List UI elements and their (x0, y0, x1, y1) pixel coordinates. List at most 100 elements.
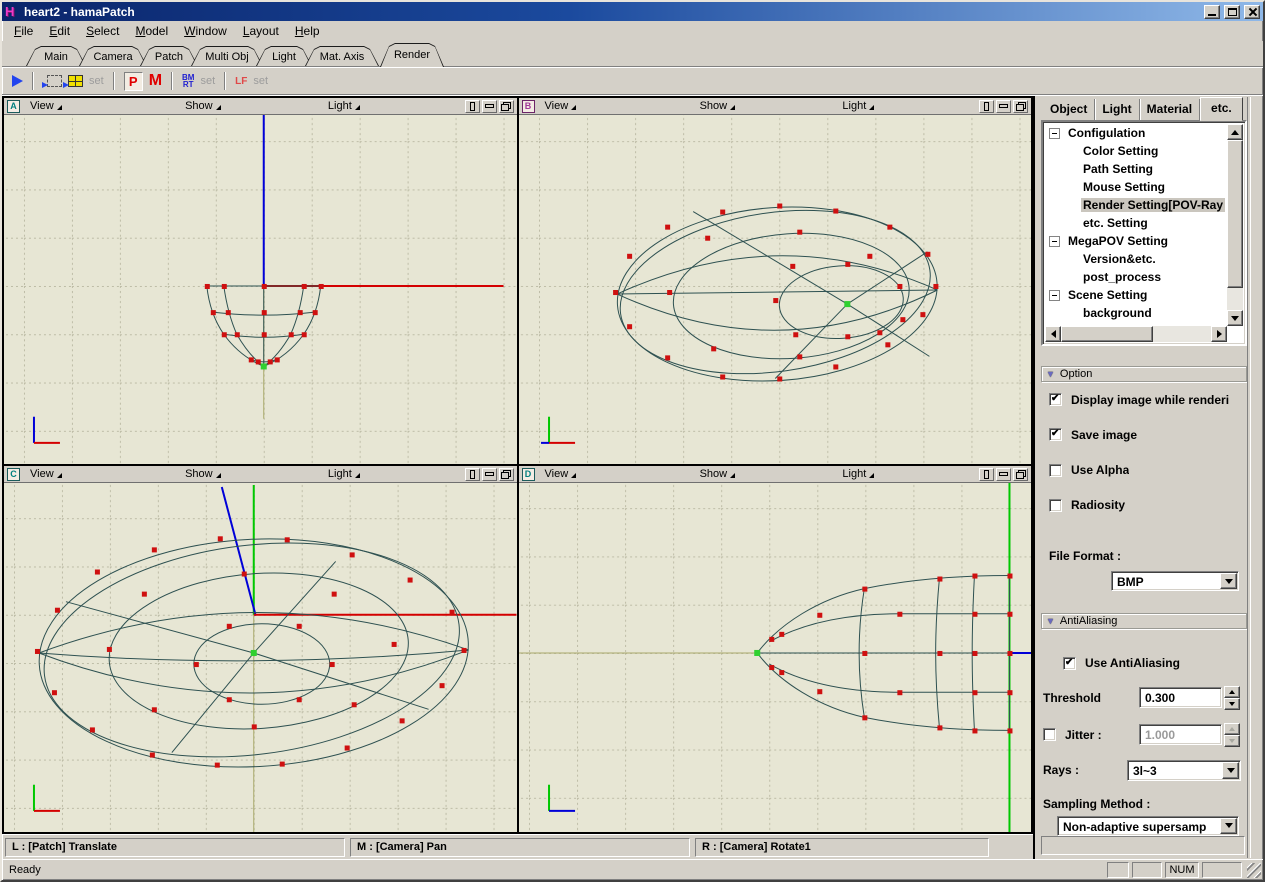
menu-file[interactable]: File (6, 22, 41, 41)
tree-item-configulation[interactable]: Configulation (1045, 124, 1227, 142)
tree-item-scene-setting[interactable]: Scene Setting (1045, 286, 1227, 304)
tab-object[interactable]: Object (1043, 99, 1095, 120)
antialiasing-section-header[interactable]: ▼ AntiAliasing (1041, 613, 1247, 629)
viewport-vertical-split-button[interactable] (979, 100, 994, 113)
render-grid-icon[interactable] (68, 75, 83, 87)
scroll-left-button[interactable] (1045, 326, 1061, 342)
viewport-cascade-button[interactable] (499, 468, 514, 481)
menu-layout[interactable]: Layout (235, 22, 287, 41)
close-button[interactable] (1244, 5, 1260, 19)
combo-arrow-button[interactable] (1220, 818, 1237, 834)
tab-light[interactable]: Light (256, 46, 312, 66)
file-format-select[interactable]: BMP (1111, 571, 1239, 591)
menu-help[interactable]: Help (287, 22, 328, 41)
viewport-light-menu[interactable]: Light (842, 100, 874, 112)
resize-grip[interactable] (1247, 863, 1261, 878)
menu-model[interactable]: Model (127, 22, 176, 41)
tree-item-background[interactable]: background (1045, 304, 1227, 322)
viewport-view-menu[interactable]: View (30, 100, 62, 112)
viewport-horizontal-split-button[interactable] (482, 468, 497, 481)
viewport-vertical-split-button[interactable] (979, 468, 994, 481)
viewport-show-menu[interactable]: Show (700, 100, 736, 112)
lf-button[interactable]: LF (235, 76, 247, 87)
viewport-show-menu[interactable]: Show (185, 468, 221, 480)
tree-item-post-process[interactable]: post_process (1045, 268, 1227, 286)
viewport-cascade-button[interactable] (499, 100, 514, 113)
tab-light[interactable]: Light (1095, 99, 1139, 120)
menu-edit[interactable]: Edit (41, 22, 78, 41)
tree-item-version-etc[interactable]: Version&etc. (1045, 250, 1227, 268)
set-lf-label[interactable]: set (253, 75, 268, 87)
scroll-right-button[interactable] (1211, 326, 1227, 342)
viewport-a-canvas[interactable] (4, 115, 517, 464)
menu-select[interactable]: Select (78, 22, 127, 41)
option-section-header[interactable]: ▼ Option (1041, 366, 1247, 382)
maximize-button[interactable] (1224, 5, 1240, 19)
viewport-horizontal-split-button[interactable] (996, 468, 1011, 481)
viewport-view-menu[interactable]: View (545, 468, 577, 480)
use-antialiasing-checkbox[interactable] (1063, 657, 1076, 670)
viewport-c-canvas[interactable] (4, 483, 517, 832)
rays-select[interactable]: 3l~3 (1127, 760, 1241, 781)
megapov-button[interactable]: M (149, 72, 162, 90)
tab-main[interactable]: Main (26, 46, 86, 66)
use-alpha-checkbox[interactable] (1049, 464, 1062, 477)
jitter-input[interactable]: 1.000 (1139, 724, 1222, 745)
minimize-button[interactable] (1204, 5, 1220, 19)
tree-item-color-setting[interactable]: Color Setting (1045, 142, 1227, 160)
render-region-icon[interactable] (47, 75, 62, 87)
viewport-a-letter[interactable]: A (7, 100, 20, 113)
scroll-down-button[interactable] (1227, 310, 1243, 326)
viewport-d-canvas[interactable] (519, 483, 1032, 832)
spin-down-button[interactable] (1224, 735, 1240, 747)
set-region-label[interactable]: set (89, 75, 104, 87)
tree-collapse-icon[interactable] (1049, 290, 1060, 301)
display-image-checkbox[interactable] (1049, 393, 1062, 406)
tree-collapse-icon[interactable] (1049, 128, 1060, 139)
tree-horizontal-scrollbar[interactable] (1045, 326, 1227, 342)
tree-collapse-icon[interactable] (1049, 236, 1060, 247)
combo-arrow-button[interactable] (1220, 573, 1237, 589)
tree-item-etc-setting[interactable]: etc. Setting (1045, 214, 1227, 232)
threshold-input[interactable]: 0.300 (1139, 687, 1222, 708)
viewport-b-letter[interactable]: B (522, 100, 535, 113)
viewport-vertical-split-button[interactable] (465, 100, 480, 113)
tab-multi-obj[interactable]: Multi Obj (191, 46, 263, 66)
viewport-vertical-split-button[interactable] (465, 468, 480, 481)
bmrt-button[interactable]: BM RT (182, 74, 194, 88)
radiosity-checkbox[interactable] (1049, 499, 1062, 512)
viewport-view-menu[interactable]: View (545, 100, 577, 112)
viewport-d-letter[interactable]: D (522, 468, 535, 481)
viewport-show-menu[interactable]: Show (700, 468, 736, 480)
save-image-checkbox[interactable] (1049, 428, 1062, 441)
tree-item-render-setting[interactable]: Render Setting[POV-Ray (1045, 196, 1227, 214)
spin-up-button[interactable] (1224, 723, 1240, 735)
pov-button[interactable]: P (124, 72, 143, 91)
set-bmrt-label[interactable]: set (200, 75, 215, 87)
jitter-checkbox[interactable] (1043, 728, 1056, 741)
tab-mat-axis[interactable]: Mat. Axis (305, 46, 379, 66)
horizontal-scroll-thumb[interactable] (1061, 326, 1153, 342)
menu-window[interactable]: Window (176, 22, 235, 41)
viewport-c-letter[interactable]: C (7, 468, 20, 481)
tab-material[interactable]: Material (1140, 99, 1200, 120)
tree-item-megapov-setting[interactable]: MegaPOV Setting (1045, 232, 1227, 250)
viewport-show-menu[interactable]: Show (185, 100, 221, 112)
tab-etc[interactable]: etc. (1200, 97, 1243, 121)
tree-vertical-scrollbar[interactable] (1227, 124, 1243, 326)
viewport-light-menu[interactable]: Light (842, 468, 874, 480)
tab-render[interactable]: Render (380, 43, 444, 67)
vertical-scroll-thumb[interactable] (1227, 140, 1243, 288)
viewport-cascade-button[interactable] (1013, 468, 1028, 481)
tab-camera[interactable]: Camera (79, 46, 147, 66)
sampling-method-select[interactable]: Non-adaptive supersamp (1057, 816, 1239, 836)
spin-down-button[interactable] (1224, 698, 1240, 710)
combo-arrow-button[interactable] (1222, 762, 1239, 779)
viewport-light-menu[interactable]: Light (328, 100, 360, 112)
viewport-horizontal-split-button[interactable] (996, 100, 1011, 113)
viewport-horizontal-split-button[interactable] (482, 100, 497, 113)
tree-item-path-setting[interactable]: Path Setting (1045, 160, 1227, 178)
spin-up-button[interactable] (1224, 686, 1240, 698)
viewport-view-menu[interactable]: View (30, 468, 62, 480)
viewport-b-canvas[interactable] (519, 115, 1032, 464)
